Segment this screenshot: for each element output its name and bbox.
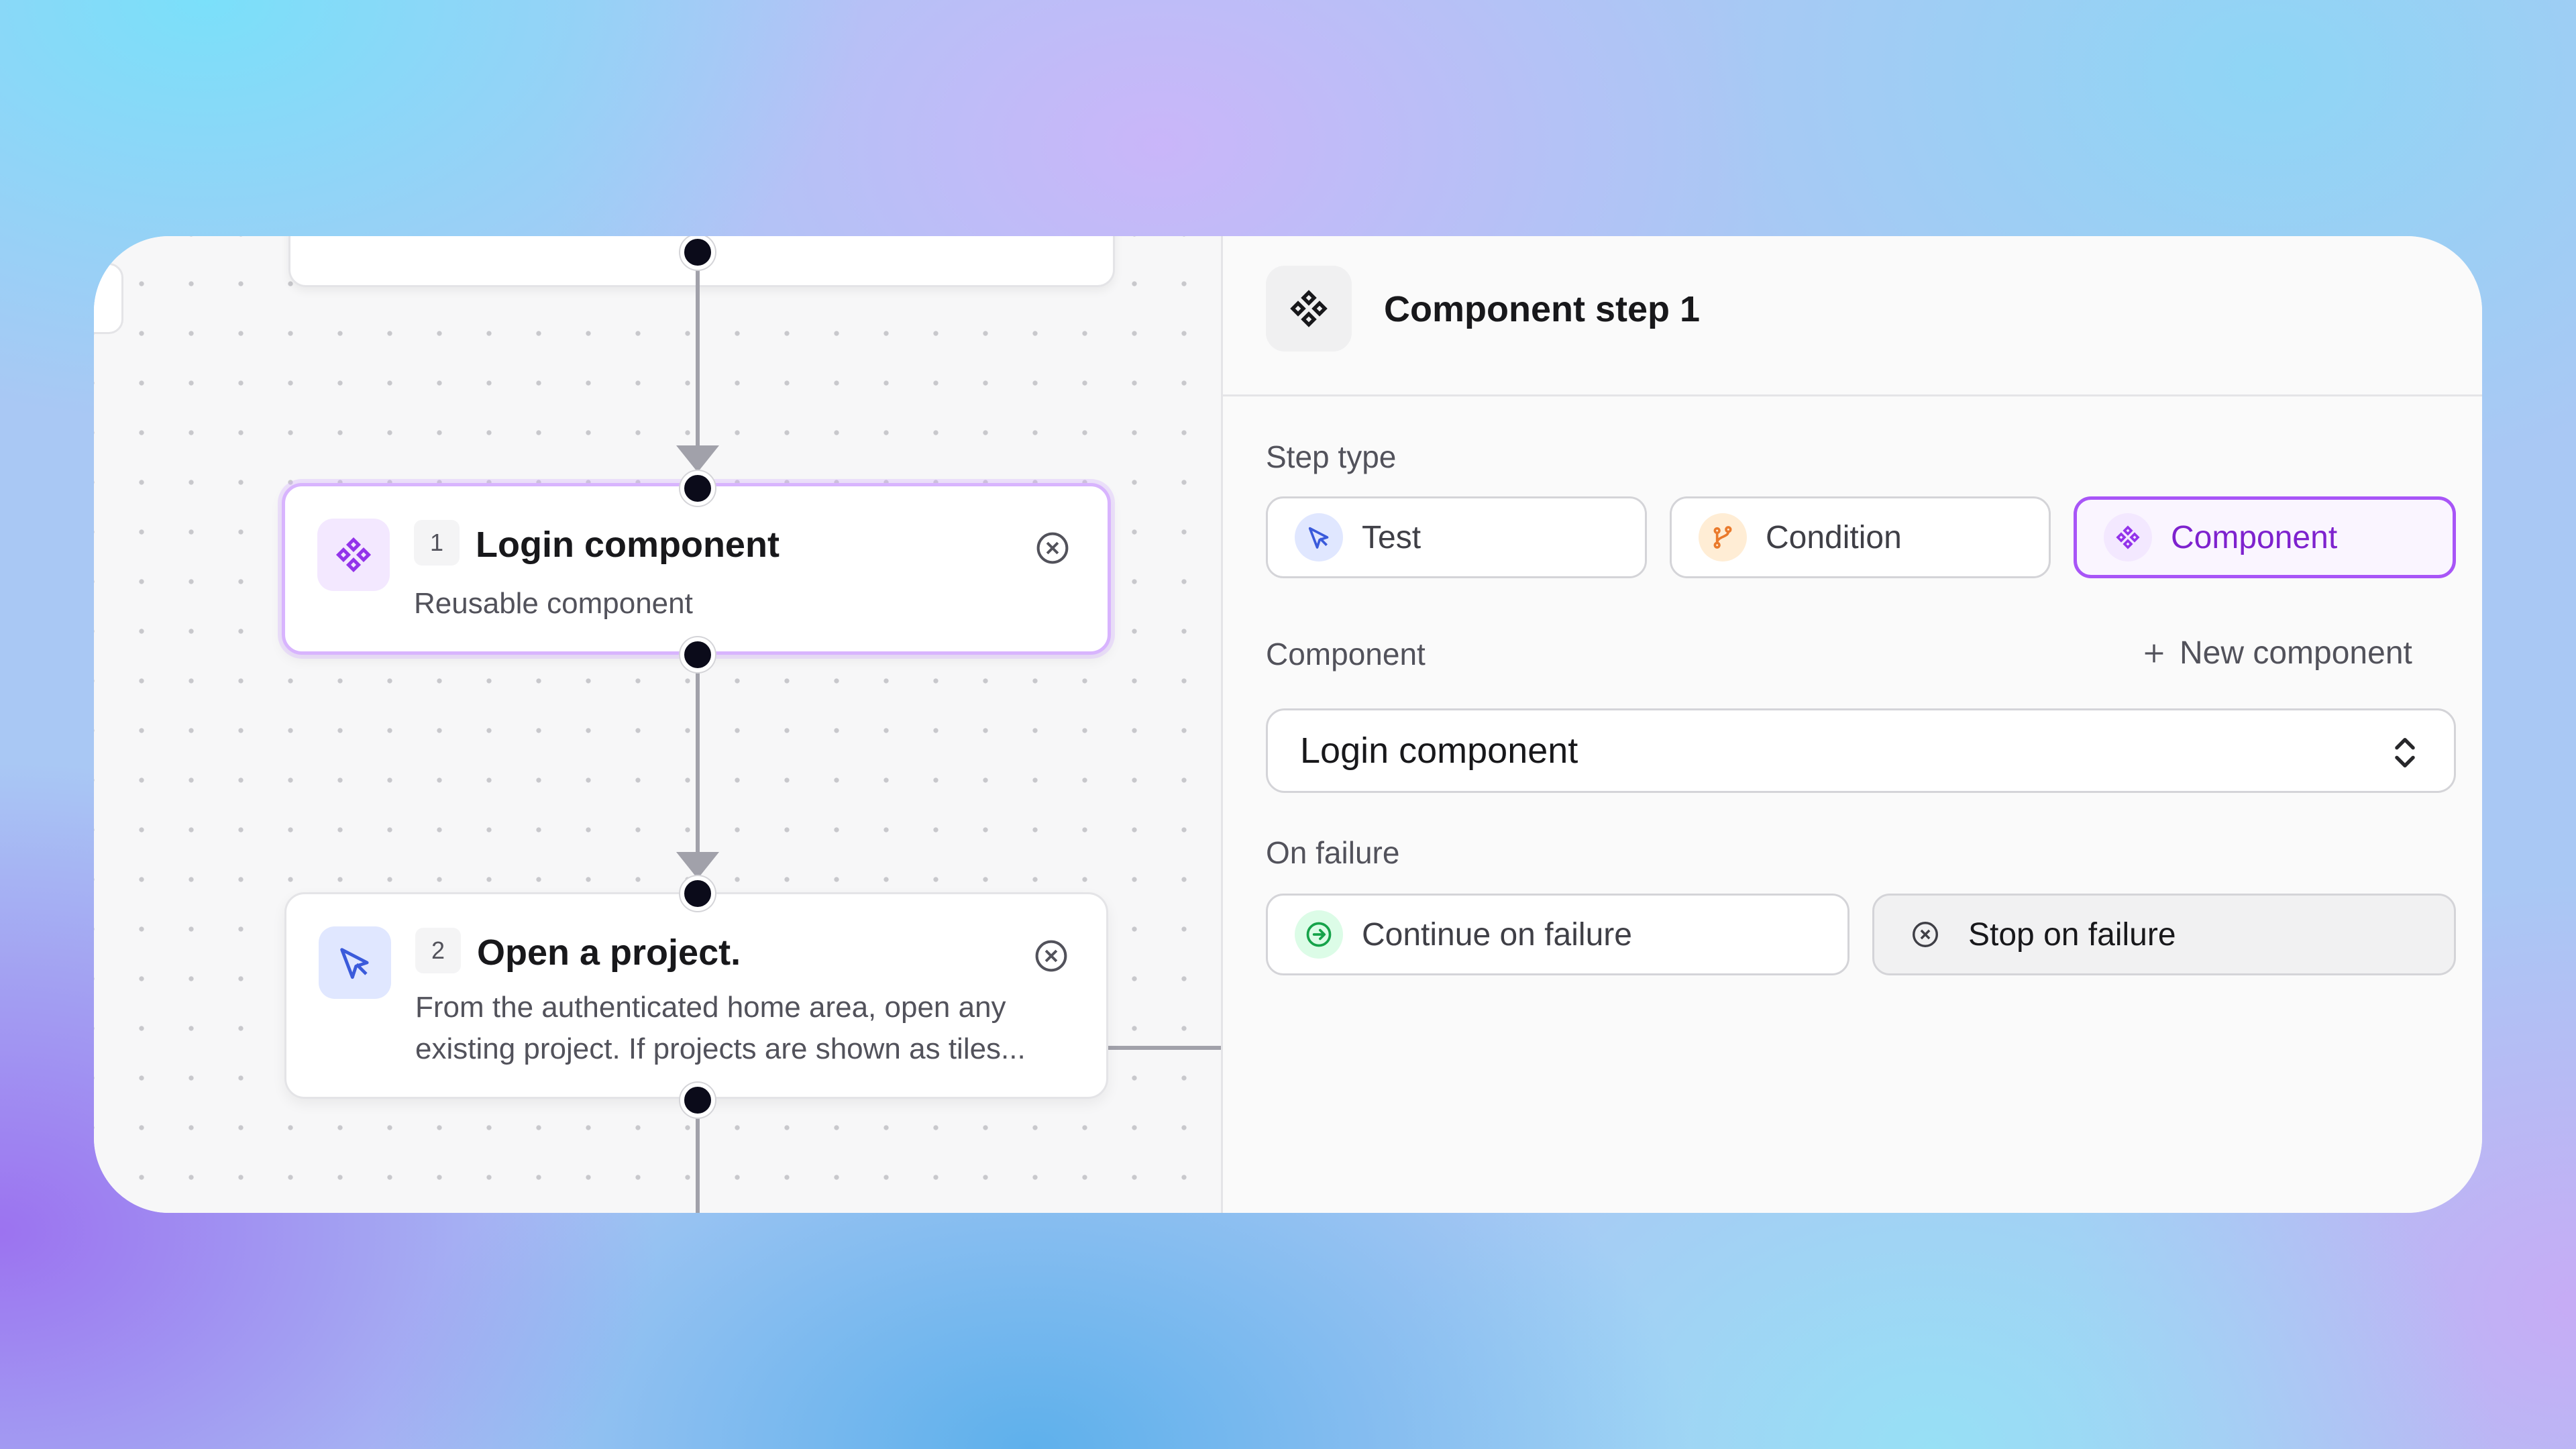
remove-node-icon[interactable]: [1032, 937, 1070, 975]
step-type-component-label: Component: [2171, 519, 2338, 555]
step-type-component-button[interactable]: Component: [2074, 496, 2456, 578]
component-select-value: Login component: [1300, 731, 1578, 771]
node-description: Reusable component: [414, 587, 693, 620]
step-type-test-button[interactable]: Test: [1266, 496, 1647, 578]
panel-title: Component step 1: [1384, 289, 1701, 329]
node-title: Login component: [476, 525, 780, 565]
branch-icon: [1699, 513, 1747, 561]
cursor-click-icon: [1295, 513, 1343, 561]
chevron-up-down-icon: [2388, 733, 2422, 772]
component-icon: [1266, 266, 1352, 352]
connector-arrow: [676, 852, 719, 879]
component-icon: [2104, 513, 2152, 561]
step-type-label: Step type: [1266, 439, 1397, 474]
connector-line: [696, 250, 700, 458]
step-type-condition-button[interactable]: Condition: [1670, 496, 2051, 578]
component-label: Component: [1266, 637, 1426, 672]
connector-arrow: [676, 445, 719, 472]
flow-node-login-component[interactable]: 1 Login component Reusable component: [282, 483, 1111, 655]
step-number: 2: [415, 928, 461, 973]
plus-icon: [2141, 640, 2167, 667]
panel-header: Component step 1: [1223, 236, 2482, 396]
continue-on-failure-button[interactable]: Continue on failure: [1266, 894, 1849, 975]
cursor-click-icon: [319, 926, 391, 999]
new-component-label: New component: [2180, 635, 2412, 671]
connection-port[interactable]: [680, 1083, 715, 1118]
connection-port[interactable]: [680, 236, 715, 270]
canvas-side-handle[interactable]: [94, 263, 123, 334]
stop-on-failure-button[interactable]: Stop on failure: [1872, 894, 2456, 975]
flow-node-open-project[interactable]: 2 Open a project. From the authenticated…: [284, 892, 1108, 1099]
node-description: From the authenticated home area, open a…: [415, 991, 1026, 1065]
x-circle-icon: [1901, 910, 1949, 959]
component-icon: [317, 519, 390, 591]
component-select[interactable]: Login component: [1266, 708, 2456, 793]
connection-port[interactable]: [680, 637, 715, 672]
stop-on-failure-label: Stop on failure: [1968, 916, 2176, 953]
step-number: 1: [414, 520, 460, 566]
flow-canvas[interactable]: 1 Login component Reusable component 2 O…: [94, 236, 1226, 1213]
node-title: Open a project.: [477, 932, 741, 973]
arrow-circle-right-icon: [1295, 910, 1343, 959]
step-type-condition-label: Condition: [1766, 519, 1902, 555]
remove-node-icon[interactable]: [1034, 529, 1071, 567]
new-component-button[interactable]: New component: [2141, 635, 2412, 672]
continue-on-failure-label: Continue on failure: [1362, 916, 1632, 953]
app-window: 1 Login component Reusable component 2 O…: [94, 236, 2482, 1213]
connection-port[interactable]: [680, 471, 715, 506]
step-type-test-label: Test: [1362, 519, 1421, 555]
on-failure-label: On failure: [1266, 835, 1400, 870]
connection-port[interactable]: [680, 876, 715, 911]
step-config-panel: Component step 1 Step type Test Conditio…: [1221, 236, 2482, 1213]
